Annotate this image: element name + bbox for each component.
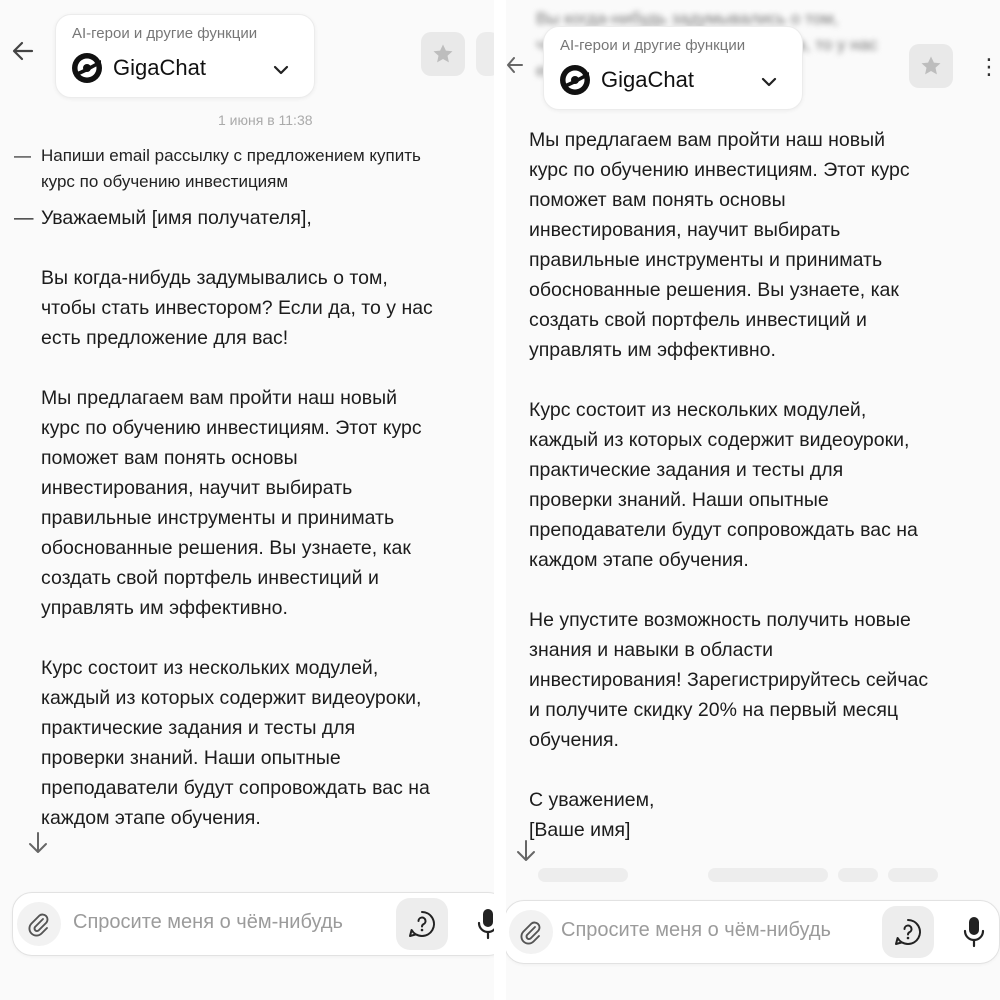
message-line: обоснованные решения. Вы узнаете, как [529,279,899,301]
help-button[interactable] [882,906,934,958]
paperclip-icon [28,913,49,937]
message-paragraph: Мы предлагаем вам пройти наш новый курс … [529,125,928,365]
message-line: есть предложение для вас! [41,327,289,349]
message-paragraph: Вы когда-нибудь задумывались о том, чтоб… [41,263,433,353]
more-vertical-icon[interactable]: ⋮ [978,56,1000,78]
message-input-placeholder[interactable]: Спросите меня о чём-нибудь [73,911,343,934]
message-input-placeholder[interactable]: Спросите меня о чём-нибудь [561,919,831,942]
model-selector-subtitle: AI-герои и другие функции [560,37,746,54]
screenshot-divider [494,0,506,1000]
microphone-icon[interactable] [961,915,987,949]
assistant-message-body: Мы предлагаем вам пройти наш новый курс … [529,125,928,845]
message-paragraph: Мы предлагаем вам пройти наш новый курс … [41,383,433,623]
star-icon [921,56,941,75]
model-selector-subtitle: AI-герои и другие функции [72,25,258,42]
message-line: каждый из которых содержит видеоуроки, [41,687,422,709]
back-arrow-icon[interactable] [10,38,36,70]
assistant-greeting: Уважаемый [имя получателя], [41,207,312,229]
message-line: поможет вам понять основы [41,447,298,469]
arrow-down-icon[interactable] [513,838,539,864]
message-line: знания и навыки в области [529,639,774,661]
suggestion-chip[interactable] [708,868,828,882]
message-line: поможет вам понять основы [529,189,786,211]
suggestion-chip[interactable] [538,868,628,882]
favorite-button[interactable] [421,32,465,76]
back-arrow-icon[interactable] [506,52,524,84]
message-line: создать свой портфель инвестиций и [529,309,867,331]
chevron-down-icon[interactable] [270,59,292,81]
message-signature: С уважением, [Ваше имя] [529,785,928,845]
message-input-bar[interactable]: Спросите меня о чём-нибудь [506,900,1000,964]
message-line: каждом этапе обучения. [41,807,261,829]
arrow-down-icon[interactable] [25,830,51,856]
message-line: Мы предлагаем вам пройти наш новый [529,129,886,151]
chevron-down-icon[interactable] [758,71,780,93]
message-line: чтобы стать инвестором? Если да, то у на… [41,297,433,319]
message-line: практические задания и тесты для [41,717,356,739]
assistant-message: — Уважаемый [имя получателя], [14,203,312,233]
message-line: Мы предлагаем вам пройти наш новый [41,387,398,409]
message-paragraph: Курс состоит из нескольких модулей, кажд… [41,653,433,833]
message-line: правильные инструменты и принимать [41,507,395,529]
message-line: создать свой портфель инвестиций и [41,567,379,589]
question-bubble-icon [409,911,435,938]
suggestion-chip[interactable] [888,868,938,882]
message-line: каждый из которых содержит видеоуроки, [529,429,910,451]
model-selector[interactable]: AI-герои и другие функции GigaChat [55,14,315,98]
question-bubble-icon [895,919,921,946]
message-line: и получите скидку 20% на первый месяц [529,699,899,721]
chat-screen-right: Вы когда-нибудь задумывались о том, чтоб… [506,0,1000,1000]
message-line: курс по обучению инвестициям. Этот курс [41,417,422,439]
gigachat-logo-icon [72,53,102,83]
message-line: управлять им эффективно. [41,597,288,619]
message-line: преподаватели будут сопровождать вас на [41,777,430,799]
message-line: инвестирования! Зарегистрируйтесь сейчас [529,669,929,691]
user-message-line: Напиши email рассылку с предложением куп… [41,146,421,165]
message-line: практические задания и тесты для [529,459,844,481]
star-icon [433,44,453,63]
message-line: Курс состоит из нескольких модулей, [41,657,379,679]
message-line: Не упустите возможность получить новые [529,609,911,631]
message-line: проверки знаний. Наши опытные [41,747,341,769]
message-line: обучения. [529,729,619,751]
attach-button[interactable] [17,902,61,946]
attach-button[interactable] [509,910,553,954]
help-button[interactable] [396,898,448,950]
message-line: курс по обучению инвестициям. Этот курс [529,159,910,181]
gigachat-logo-icon [560,65,590,95]
message-line: [Ваше имя] [529,819,631,841]
message-input-bar[interactable]: Спросите меня о чём-нибудь [12,892,494,956]
message-line: инвестирования, научит выбирать [41,477,353,499]
message-line: Вы когда-нибудь задумывались о том, [41,267,388,289]
user-message: — Напиши email рассылку с предложением к… [14,143,421,195]
message-line: инвестирования, научит выбирать [529,219,841,241]
message-line: С уважением, [529,789,655,811]
message-paragraph: Не упустите возможность получить новые з… [529,605,928,755]
favorite-button[interactable] [909,44,953,88]
message-line: проверки знаний. Наши опытные [529,489,829,511]
user-message-line: курс по обучению инвестициям [41,172,289,191]
paperclip-icon [520,921,541,945]
suggestion-chips [538,868,948,882]
brand-name: GigaChat [601,67,694,92]
more-button[interactable] [476,32,494,76]
message-timestamp: 1 июня в 11:38 [218,112,313,128]
chat-screen-left: AI-герои и другие функции GigaChat 1 июн… [0,0,494,1000]
message-line: Курс состоит из нескольких модулей, [529,399,867,421]
message-line: правильные инструменты и принимать [529,249,883,271]
message-paragraph: Курс состоит из нескольких модулей, кажд… [529,395,928,575]
model-selector[interactable]: AI-герои и другие функции GigaChat [543,26,803,110]
microphone-icon[interactable] [475,907,494,941]
message-line: управлять им эффективно. [529,339,776,361]
message-line: преподаватели будут сопровождать вас на [529,519,918,541]
assistant-message-body: Вы когда-нибудь задумывались о том, чтоб… [41,263,433,833]
brand-name: GigaChat [113,55,206,80]
message-line: каждом этапе обучения. [529,549,749,571]
assistant-marker: — [14,207,34,229]
user-marker: — [14,146,31,165]
suggestion-chip[interactable] [838,868,878,882]
message-line: обоснованные решения. Вы узнаете, как [41,537,411,559]
